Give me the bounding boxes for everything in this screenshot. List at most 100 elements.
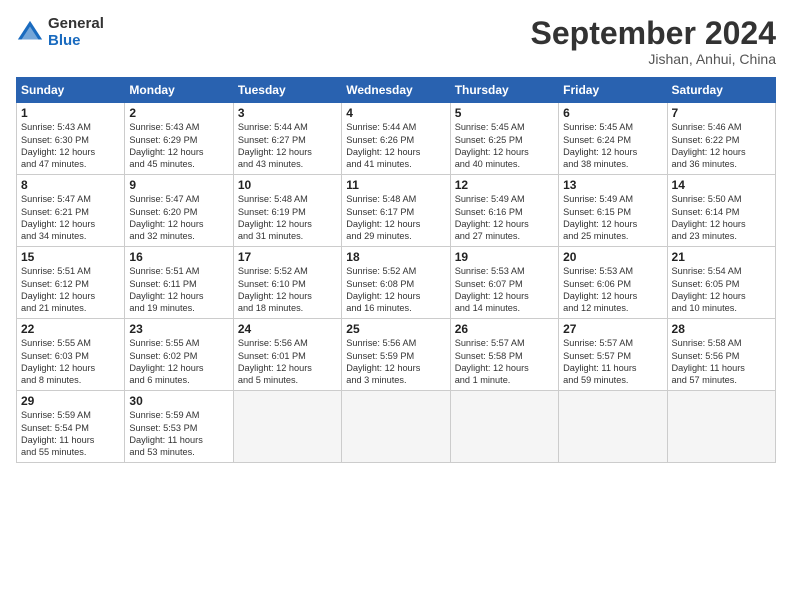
calendar-day-30: 30Sunrise: 5:59 AM Sunset: 5:53 PM Dayli… (125, 391, 233, 463)
calendar-day-5: 5Sunrise: 5:45 AM Sunset: 6:25 PM Daylig… (450, 103, 558, 175)
calendar-day-empty (342, 391, 450, 463)
day-info: Sunrise: 5:44 AM Sunset: 6:26 PM Dayligh… (346, 121, 445, 171)
day-number: 25 (346, 322, 445, 336)
header-friday: Friday (559, 78, 667, 103)
calendar-day-4: 4Sunrise: 5:44 AM Sunset: 6:26 PM Daylig… (342, 103, 450, 175)
day-number: 18 (346, 250, 445, 264)
day-number: 15 (21, 250, 120, 264)
calendar-week-1: 1Sunrise: 5:43 AM Sunset: 6:30 PM Daylig… (17, 103, 776, 175)
calendar-day-26: 26Sunrise: 5:57 AM Sunset: 5:58 PM Dayli… (450, 319, 558, 391)
day-info: Sunrise: 5:47 AM Sunset: 6:21 PM Dayligh… (21, 193, 120, 243)
day-info: Sunrise: 5:53 AM Sunset: 6:06 PM Dayligh… (563, 265, 662, 315)
calendar-day-17: 17Sunrise: 5:52 AM Sunset: 6:10 PM Dayli… (233, 247, 341, 319)
day-number: 1 (21, 106, 120, 120)
calendar-day-10: 10Sunrise: 5:48 AM Sunset: 6:19 PM Dayli… (233, 175, 341, 247)
logo-icon (16, 19, 44, 47)
calendar-day-12: 12Sunrise: 5:49 AM Sunset: 6:16 PM Dayli… (450, 175, 558, 247)
calendar-day-1: 1Sunrise: 5:43 AM Sunset: 6:30 PM Daylig… (17, 103, 125, 175)
logo-general: General (48, 16, 104, 33)
calendar-day-13: 13Sunrise: 5:49 AM Sunset: 6:15 PM Dayli… (559, 175, 667, 247)
title-block: September 2024 Jishan, Anhui, China (531, 16, 776, 67)
day-number: 22 (21, 322, 120, 336)
calendar-day-18: 18Sunrise: 5:52 AM Sunset: 6:08 PM Dayli… (342, 247, 450, 319)
day-info: Sunrise: 5:43 AM Sunset: 6:30 PM Dayligh… (21, 121, 120, 171)
day-info: Sunrise: 5:58 AM Sunset: 5:56 PM Dayligh… (672, 337, 771, 387)
day-number: 23 (129, 322, 228, 336)
calendar-week-2: 8Sunrise: 5:47 AM Sunset: 6:21 PM Daylig… (17, 175, 776, 247)
calendar-day-29: 29Sunrise: 5:59 AM Sunset: 5:54 PM Dayli… (17, 391, 125, 463)
day-info: Sunrise: 5:54 AM Sunset: 6:05 PM Dayligh… (672, 265, 771, 315)
logo: General Blue (16, 16, 104, 49)
calendar-day-6: 6Sunrise: 5:45 AM Sunset: 6:24 PM Daylig… (559, 103, 667, 175)
day-info: Sunrise: 5:48 AM Sunset: 6:19 PM Dayligh… (238, 193, 337, 243)
day-info: Sunrise: 5:59 AM Sunset: 5:54 PM Dayligh… (21, 409, 120, 459)
calendar-day-24: 24Sunrise: 5:56 AM Sunset: 6:01 PM Dayli… (233, 319, 341, 391)
day-info: Sunrise: 5:44 AM Sunset: 6:27 PM Dayligh… (238, 121, 337, 171)
calendar-day-27: 27Sunrise: 5:57 AM Sunset: 5:57 PM Dayli… (559, 319, 667, 391)
calendar-day-8: 8Sunrise: 5:47 AM Sunset: 6:21 PM Daylig… (17, 175, 125, 247)
day-info: Sunrise: 5:49 AM Sunset: 6:15 PM Dayligh… (563, 193, 662, 243)
calendar-day-25: 25Sunrise: 5:56 AM Sunset: 5:59 PM Dayli… (342, 319, 450, 391)
day-info: Sunrise: 5:51 AM Sunset: 6:12 PM Dayligh… (21, 265, 120, 315)
day-number: 3 (238, 106, 337, 120)
day-info: Sunrise: 5:56 AM Sunset: 6:01 PM Dayligh… (238, 337, 337, 387)
calendar-week-3: 15Sunrise: 5:51 AM Sunset: 6:12 PM Dayli… (17, 247, 776, 319)
day-number: 13 (563, 178, 662, 192)
calendar-day-3: 3Sunrise: 5:44 AM Sunset: 6:27 PM Daylig… (233, 103, 341, 175)
day-number: 14 (672, 178, 771, 192)
day-info: Sunrise: 5:52 AM Sunset: 6:08 PM Dayligh… (346, 265, 445, 315)
header-thursday: Thursday (450, 78, 558, 103)
day-number: 16 (129, 250, 228, 264)
day-info: Sunrise: 5:50 AM Sunset: 6:14 PM Dayligh… (672, 193, 771, 243)
month-title: September 2024 (531, 16, 776, 51)
day-info: Sunrise: 5:45 AM Sunset: 6:25 PM Dayligh… (455, 121, 554, 171)
calendar-table: Sunday Monday Tuesday Wednesday Thursday… (16, 77, 776, 463)
page-container: General Blue September 2024 Jishan, Anhu… (0, 0, 792, 473)
day-info: Sunrise: 5:49 AM Sunset: 6:16 PM Dayligh… (455, 193, 554, 243)
day-info: Sunrise: 5:47 AM Sunset: 6:20 PM Dayligh… (129, 193, 228, 243)
day-number: 28 (672, 322, 771, 336)
day-number: 10 (238, 178, 337, 192)
day-info: Sunrise: 5:43 AM Sunset: 6:29 PM Dayligh… (129, 121, 228, 171)
logo-text: General Blue (48, 16, 104, 49)
day-number: 4 (346, 106, 445, 120)
day-info: Sunrise: 5:57 AM Sunset: 5:58 PM Dayligh… (455, 337, 554, 387)
day-number: 2 (129, 106, 228, 120)
day-number: 29 (21, 394, 120, 408)
day-number: 27 (563, 322, 662, 336)
header-monday: Monday (125, 78, 233, 103)
day-info: Sunrise: 5:57 AM Sunset: 5:57 PM Dayligh… (563, 337, 662, 387)
calendar-day-2: 2Sunrise: 5:43 AM Sunset: 6:29 PM Daylig… (125, 103, 233, 175)
header-sunday: Sunday (17, 78, 125, 103)
calendar-day-22: 22Sunrise: 5:55 AM Sunset: 6:03 PM Dayli… (17, 319, 125, 391)
day-info: Sunrise: 5:45 AM Sunset: 6:24 PM Dayligh… (563, 121, 662, 171)
calendar-week-5: 29Sunrise: 5:59 AM Sunset: 5:54 PM Dayli… (17, 391, 776, 463)
day-info: Sunrise: 5:55 AM Sunset: 6:03 PM Dayligh… (21, 337, 120, 387)
location: Jishan, Anhui, China (531, 51, 776, 67)
day-number: 6 (563, 106, 662, 120)
day-number: 9 (129, 178, 228, 192)
header-saturday: Saturday (667, 78, 775, 103)
calendar-day-28: 28Sunrise: 5:58 AM Sunset: 5:56 PM Dayli… (667, 319, 775, 391)
calendar-day-empty (667, 391, 775, 463)
calendar-day-23: 23Sunrise: 5:55 AM Sunset: 6:02 PM Dayli… (125, 319, 233, 391)
calendar-day-20: 20Sunrise: 5:53 AM Sunset: 6:06 PM Dayli… (559, 247, 667, 319)
day-number: 26 (455, 322, 554, 336)
header-wednesday: Wednesday (342, 78, 450, 103)
day-number: 7 (672, 106, 771, 120)
calendar-day-9: 9Sunrise: 5:47 AM Sunset: 6:20 PM Daylig… (125, 175, 233, 247)
day-number: 20 (563, 250, 662, 264)
day-info: Sunrise: 5:46 AM Sunset: 6:22 PM Dayligh… (672, 121, 771, 171)
day-number: 24 (238, 322, 337, 336)
calendar-day-11: 11Sunrise: 5:48 AM Sunset: 6:17 PM Dayli… (342, 175, 450, 247)
calendar-day-empty (450, 391, 558, 463)
day-info: Sunrise: 5:53 AM Sunset: 6:07 PM Dayligh… (455, 265, 554, 315)
day-number: 12 (455, 178, 554, 192)
calendar-day-empty (559, 391, 667, 463)
day-number: 30 (129, 394, 228, 408)
calendar-day-7: 7Sunrise: 5:46 AM Sunset: 6:22 PM Daylig… (667, 103, 775, 175)
day-number: 21 (672, 250, 771, 264)
calendar-day-14: 14Sunrise: 5:50 AM Sunset: 6:14 PM Dayli… (667, 175, 775, 247)
header-tuesday: Tuesday (233, 78, 341, 103)
calendar-day-21: 21Sunrise: 5:54 AM Sunset: 6:05 PM Dayli… (667, 247, 775, 319)
